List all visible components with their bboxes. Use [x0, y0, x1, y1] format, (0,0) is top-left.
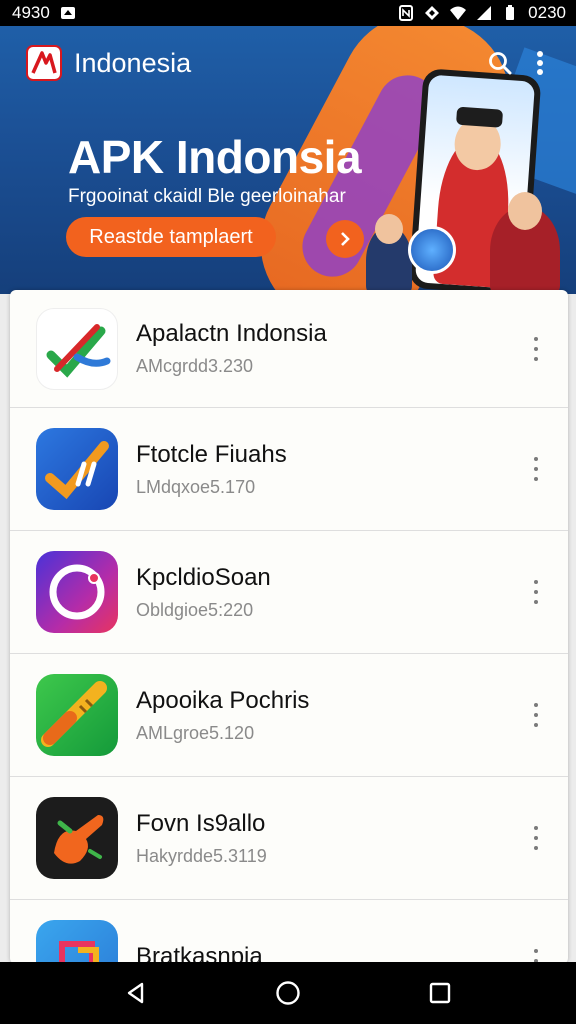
more-vert-icon[interactable]	[526, 334, 546, 364]
list-item[interactable]: Fovn Is9allo Hakyrdde5.3119	[10, 777, 568, 900]
more-vert-icon[interactable]	[526, 700, 546, 730]
app-bar: Indonesia	[0, 26, 576, 100]
app-title: Apalactn Indonsia	[136, 320, 327, 347]
status-time-right: 0230	[528, 3, 566, 22]
battery-icon	[506, 5, 515, 20]
hero-subtitle: Frgooinat ckaidl Ble geerloinahar	[68, 186, 346, 207]
screen: 4930 0230 Indonesia APK Indonsia Frgooin…	[0, 0, 576, 1024]
app-title: Bratkasnpia	[136, 943, 263, 964]
blue-check-app-icon	[36, 428, 118, 510]
blue-shapes-app-icon	[36, 920, 118, 964]
app-title: Ftotcle Fiuahs	[136, 440, 287, 468]
back-button[interactable]	[111, 968, 161, 1018]
child-face-illustration	[508, 192, 542, 230]
search-button[interactable]	[480, 43, 520, 83]
list-item[interactable]: Ftotcle Fiuahs LMdqxoe5.170	[10, 408, 568, 531]
location-icon	[425, 6, 440, 20]
recents-icon	[429, 982, 451, 1004]
hat-illustration	[455, 106, 504, 128]
navigation-bar	[0, 962, 576, 1024]
app-subtitle: Obldgioe5:220	[136, 599, 254, 620]
status-time-left: 4930	[12, 3, 50, 22]
hero-title: APK Indonsia	[68, 131, 362, 183]
recents-button[interactable]	[415, 968, 465, 1018]
more-menu-button[interactable]	[520, 43, 560, 83]
hero-cta-button[interactable]: Reastde tamplaert	[66, 217, 276, 257]
wifi-icon	[450, 6, 467, 20]
more-vert-icon[interactable]	[526, 454, 546, 484]
notification-icon	[60, 7, 75, 19]
app-subtitle: AMcgrdd3.230	[136, 356, 254, 376]
app-subtitle: Hakyrdde5.3119	[136, 845, 267, 866]
app-list: Apalactn Indonsia AMcgrdd3.230 Ftotcle F…	[10, 290, 568, 964]
camera-ring-app-icon	[36, 551, 118, 633]
list-item[interactable]: Apooika Pochris AMLgroe5.120	[10, 654, 568, 777]
green-tool-app-icon	[36, 674, 118, 756]
search-icon	[489, 52, 512, 75]
child-face-illustration	[375, 214, 403, 244]
check-swoosh-app-icon	[36, 307, 118, 390]
list-item[interactable]: Apalactn Indonsia AMcgrdd3.230	[10, 290, 568, 408]
home-icon	[276, 981, 300, 1005]
list-item[interactable]: Bratkasnpia	[10, 900, 568, 964]
app-title: Indonesia	[74, 47, 192, 78]
hero-next-button[interactable]	[326, 220, 364, 258]
list-item[interactable]: KpcldioSoan Obldgioe5:220	[10, 531, 568, 654]
home-button[interactable]	[263, 968, 313, 1018]
app-subtitle: AMLgroe5.120	[136, 722, 255, 743]
chevron-right-icon	[341, 232, 350, 246]
back-icon	[127, 982, 144, 1004]
hero-banner[interactable]: Indonesia APK Indonsia Frgooinat ckaidl …	[0, 26, 576, 294]
globe-illustration	[408, 226, 456, 274]
nfc-icon	[399, 5, 414, 21]
orange-hand-app-icon	[36, 797, 118, 879]
app-title: KpcldioSoan	[136, 563, 271, 591]
more-vert-icon[interactable]	[526, 823, 546, 853]
more-vert-icon[interactable]	[526, 577, 546, 607]
status-bar: 4930 0230	[0, 0, 576, 26]
app-title: Apooika Pochris	[136, 686, 310, 714]
app-subtitle: LMdqxoe5.170	[136, 476, 256, 497]
more-vert-icon	[537, 51, 543, 75]
app-title: Fovn Is9allo	[136, 809, 266, 837]
signal-icon	[477, 6, 492, 20]
app-logo-icon[interactable]	[26, 45, 62, 81]
